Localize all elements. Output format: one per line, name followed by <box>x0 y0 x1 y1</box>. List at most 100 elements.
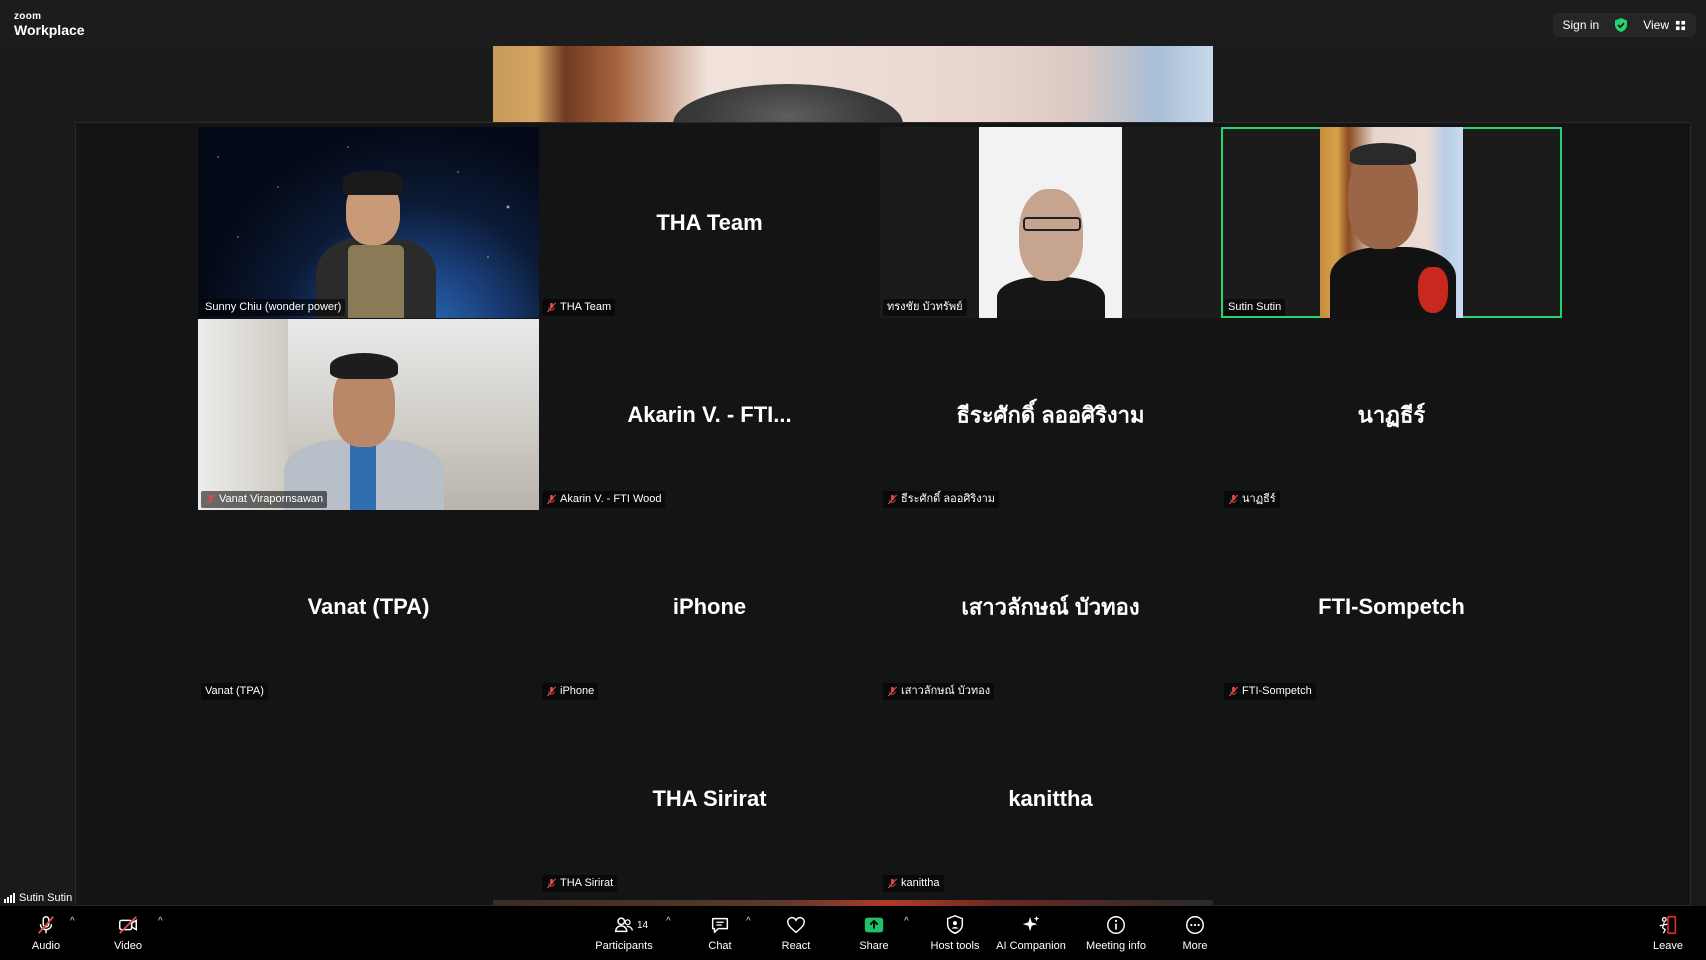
audio-options-caret[interactable]: ^ <box>70 916 75 927</box>
mic-muted-icon <box>1228 494 1239 505</box>
participant-name-label: kanittha <box>883 875 944 892</box>
participant-display-name: เสาวลักษณ์ บัวทอง <box>961 594 1140 619</box>
signal-strength-icon <box>4 893 15 903</box>
host-tools-label: Host tools <box>930 940 980 952</box>
grid-view-icon <box>1675 20 1686 30</box>
participant-name-label: Sutin Sutin <box>1224 299 1286 316</box>
brand-large: Workplace <box>14 22 85 38</box>
info-icon <box>1107 916 1125 934</box>
video-options-caret[interactable]: ^ <box>158 916 163 927</box>
participant-video <box>198 319 539 510</box>
zoom-logo: zoom Workplace <box>14 11 85 39</box>
participant-tile[interactable]: Vanat (TPA) Vanat (TPA) <box>198 511 539 702</box>
mic-muted-icon <box>546 686 557 697</box>
mic-muted-icon <box>1228 686 1239 697</box>
meeting-toolbar: Audio ^ Video ^ Participants 14 ^ Chat ^… <box>0 906 1706 960</box>
react-label: React <box>781 940 811 952</box>
participant-tile[interactable]: ธีระศักดิ์ ลออศิริงาม ธีระศักดิ์ ลออศิริ… <box>880 319 1221 510</box>
participant-name-label: Sunny Chiu (wonder power) <box>201 299 346 316</box>
brand-small: zoom <box>14 11 42 22</box>
participant-display-name: ธีระศักดิ์ ลออศิริงาม <box>956 402 1145 427</box>
mic-muted-icon <box>205 494 216 505</box>
react-button[interactable]: React <box>778 906 814 960</box>
mic-muted-icon <box>887 494 898 505</box>
participant-tile[interactable]: iPhone iPhone <box>539 511 880 702</box>
mic-muted-icon <box>887 878 898 889</box>
audio-button[interactable]: Audio <box>28 906 64 960</box>
meeting-info-label: Meeting info <box>1086 940 1146 952</box>
participants-icon <box>615 917 633 933</box>
participant-display-name: kanittha <box>1008 785 1093 811</box>
heart-icon <box>787 916 805 934</box>
participant-tile[interactable]: ทรงชัย บัวทรัพย์ <box>880 127 1221 318</box>
participant-display-name: Vanat (TPA) <box>307 593 430 619</box>
leave-button[interactable]: Leave <box>1650 906 1686 960</box>
shared-video-top <box>493 46 1213 122</box>
participant-name-label: FTI-Sompetch <box>1224 683 1316 700</box>
participant-display-name: Akarin V. - FTI... <box>627 401 792 427</box>
participant-tile[interactable]: FTI-Sompetch FTI-Sompetch <box>1221 511 1562 702</box>
participant-display-name: นาฏธีร์ <box>1357 402 1426 427</box>
mic-muted-icon <box>546 878 557 889</box>
share-screen-icon <box>864 917 884 933</box>
participant-name-label: นาฏธีร์ <box>1224 491 1280 508</box>
self-name: Sutin Sutin <box>19 892 73 904</box>
host-tools-button[interactable]: Host tools <box>928 906 982 960</box>
participant-tile[interactable]: THA Team THA Team <box>539 127 880 318</box>
view-label: View <box>1643 18 1669 32</box>
leave-icon <box>1659 915 1677 935</box>
participant-tile[interactable]: นาฏธีร์ นาฏธีร์ <box>1221 319 1562 510</box>
mic-muted-icon <box>546 302 557 313</box>
participants-label: Participants <box>595 940 653 952</box>
participant-name-label: iPhone <box>542 683 599 700</box>
sign-in-link[interactable]: Sign in <box>1563 18 1600 32</box>
participants-options-caret[interactable]: ^ <box>666 916 671 927</box>
title-bar: zoom Workplace Sign in View <box>0 0 1706 46</box>
mic-muted-icon <box>887 686 898 697</box>
participant-name-label: ธีระศักดิ์ ลออศิริงาม <box>883 491 1000 508</box>
participant-name-label: Vanat Virapornsawan <box>201 491 328 508</box>
ai-companion-label: AI Companion <box>996 940 1066 952</box>
meeting-info-button[interactable]: Meeting info <box>1084 906 1148 960</box>
participant-tile[interactable]: Vanat Virapornsawan <box>198 319 539 510</box>
more-icon <box>1186 916 1204 934</box>
participant-tile[interactable]: THA Sirirat THA Sirirat <box>539 703 880 894</box>
shield-icon <box>946 915 964 935</box>
participant-name-label: ทรงชัย บัวทรัพย์ <box>883 299 967 316</box>
audio-label: Audio <box>31 940 61 952</box>
participant-tile[interactable]: Sunny Chiu (wonder power) <box>198 127 539 318</box>
participant-display-name: THA Sirirat <box>652 785 767 811</box>
participant-name-label: THA Team <box>542 299 616 316</box>
encryption-shield-icon[interactable] <box>1613 17 1629 33</box>
mic-muted-icon <box>37 916 55 934</box>
chat-button[interactable]: Chat <box>704 906 736 960</box>
participant-tile[interactable]: Akarin V. - FTI... Akarin V. - FTI Wood <box>539 319 880 510</box>
mic-muted-icon <box>546 494 557 505</box>
participant-name-label: Akarin V. - FTI Wood <box>542 491 666 508</box>
participant-display-name: iPhone <box>672 593 747 619</box>
share-button[interactable]: Share <box>856 906 892 960</box>
more-label: More <box>1182 940 1208 952</box>
participant-tile[interactable]: เสาวลักษณ์ บัวทอง เสาวลักษณ์ บัวทอง <box>880 511 1221 702</box>
more-button[interactable]: More <box>1178 906 1212 960</box>
participant-video <box>979 127 1122 318</box>
chat-icon <box>711 917 729 934</box>
share-label: Share <box>859 940 889 952</box>
leave-label: Leave <box>1653 940 1683 952</box>
participant-name-label: THA Sirirat <box>542 875 618 892</box>
chat-label: Chat <box>708 940 732 952</box>
participants-count: 14 <box>637 920 649 931</box>
participant-video <box>198 127 539 318</box>
chat-options-caret[interactable]: ^ <box>746 916 751 927</box>
sparkle-icon <box>1022 915 1040 932</box>
video-label: Video <box>114 940 142 952</box>
ai-companion-button[interactable]: AI Companion <box>996 906 1066 960</box>
participants-button[interactable]: Participants <box>592 906 656 960</box>
share-options-caret[interactable]: ^ <box>904 916 909 927</box>
participant-tile-active-speaker[interactable]: Sutin Sutin <box>1221 127 1562 318</box>
participant-video <box>1320 127 1463 318</box>
video-button[interactable]: Video <box>110 906 146 960</box>
participant-name-label: เสาวลักษณ์ บัวทอง <box>883 683 995 700</box>
participant-tile[interactable]: kanittha kanittha <box>880 703 1221 894</box>
view-button[interactable]: View <box>1643 18 1686 32</box>
